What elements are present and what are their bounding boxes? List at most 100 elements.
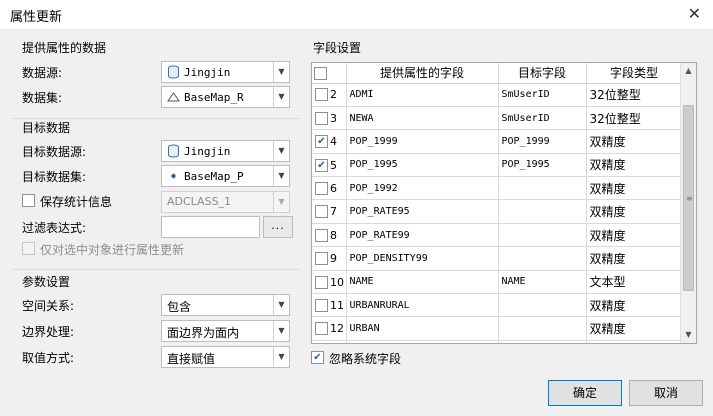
select-all-cell[interactable] [312,63,347,84]
row-check-cell[interactable]: 2 [312,83,347,107]
chevron-down-icon[interactable]: ▼ [273,321,289,341]
table-row[interactable]: ✔ 4 POP_1999 POP_1999 双精度 [312,129,683,154]
field-type-cell[interactable]: 双精度 [586,293,683,318]
row-checkbox[interactable] [315,88,328,102]
table-row[interactable]: 11 URBANRURAL 双精度 [312,293,683,318]
target-field-cell[interactable]: NAME [498,270,587,295]
table-row[interactable]: 3 NEWA SmUserID 32位整型 [312,106,683,131]
field-type-cell[interactable]: 文本型 [586,270,683,295]
source-field-cell[interactable]: URBAN [346,316,499,341]
vertical-scrollbar[interactable]: ▲ ≡ ▼ [680,63,696,343]
field-settings-grid[interactable]: 提供属性的字段 目标字段 字段类型 2 ADMI SmUserID 32位整型 3 NEW… [311,62,697,344]
row-check-cell[interactable]: ✔ 5 [312,153,347,178]
chevron-down-icon[interactable]: ▼ [273,141,289,161]
field-type-cell[interactable]: 32位整型 [586,83,683,107]
table-row[interactable]: 12 URBAN 双精度 [312,316,683,341]
row-checkbox[interactable] [315,205,328,219]
spatial-relation-combo[interactable]: 包含 ▼ [161,294,290,316]
source-field-cell[interactable]: RURAL [346,340,499,343]
boundary-combo[interactable]: 面边界为面内 ▼ [161,320,290,342]
row-checkbox[interactable] [315,111,328,125]
target-field-cell[interactable] [498,293,587,318]
table-row[interactable]: 13RURAL 双精度 [312,340,683,343]
row-check-cell[interactable]: 6 [312,176,347,201]
filter-expression-button[interactable]: ... [263,216,293,238]
row-check-cell[interactable]: 10 [312,270,347,295]
column-header[interactable]: 字段类型 [586,63,683,84]
target-field-cell[interactable] [498,340,587,343]
target-datasource-combo[interactable]: Jingjin ▼ [161,140,290,162]
target-field-cell[interactable] [498,176,587,201]
source-dataset-combo[interactable]: BaseMap_R ▼ [161,86,290,108]
source-field-cell[interactable]: POP_RATE95 [346,199,499,224]
row-check-cell[interactable]: 7 [312,199,347,224]
table-row[interactable]: 9 POP_DENSITY99 双精度 [312,246,683,271]
target-dataset-combo[interactable]: BaseMap_P ▼ [161,165,290,187]
field-type-cell[interactable]: 双精度 [586,340,683,343]
column-header[interactable]: 提供属性的字段 [346,63,499,84]
close-icon[interactable]: ✕ [688,4,701,23]
ok-button[interactable]: 确定 [548,380,622,406]
row-check-cell[interactable]: 3 [312,106,347,131]
row-check-cell[interactable]: ✔ 4 [312,129,347,154]
row-check-cell[interactable]: 11 [312,293,347,318]
target-field-cell[interactable] [498,223,587,248]
save-stats-field-combo[interactable]: ADCLASS_1 ▼ [161,191,290,213]
row-checkbox[interactable]: ✔ [315,158,328,172]
table-row[interactable]: 2 ADMI SmUserID 32位整型 [312,83,683,107]
source-field-cell[interactable]: NAME [346,270,499,295]
field-type-cell[interactable]: 双精度 [586,316,683,341]
row-checkbox[interactable] [315,252,328,266]
table-row[interactable]: 8 POP_RATE99 双精度 [312,223,683,248]
row-check-cell[interactable]: 13 [312,340,347,343]
target-field-cell[interactable]: SmUserID [498,83,587,107]
row-checkbox[interactable]: ✔ [315,135,328,149]
target-field-cell[interactable]: POP_1995 [498,153,587,178]
table-row[interactable]: 7 POP_RATE95 双精度 [312,199,683,224]
row-checkbox[interactable] [315,322,328,336]
row-check-cell[interactable]: 12 [312,316,347,341]
scrollbar-thumb[interactable]: ≡ [683,105,694,291]
chevron-down-icon[interactable]: ▼ [273,295,289,315]
source-field-cell[interactable]: NEWA [346,106,499,131]
field-type-cell[interactable]: 双精度 [586,129,683,154]
table-row[interactable]: 10 NAME NAME 文本型 [312,270,683,295]
chevron-down-icon[interactable]: ▼ [273,87,289,107]
chevron-down-icon[interactable]: ▼ [273,166,289,186]
row-checkbox[interactable] [315,298,328,312]
chevron-down-icon[interactable]: ▼ [273,62,289,82]
column-header[interactable]: 目标字段 [498,63,587,84]
selected-only-checkbox[interactable] [22,242,35,255]
target-field-cell[interactable] [498,199,587,224]
table-row[interactable]: ✔ 5 POP_1995 POP_1995 双精度 [312,153,683,178]
row-checkbox[interactable] [315,228,328,242]
field-type-cell[interactable]: 双精度 [586,199,683,224]
target-field-cell[interactable]: SmUserID [498,106,587,131]
source-field-cell[interactable]: POP_1992 [346,176,499,201]
chevron-down-icon[interactable]: ▼ [273,192,289,212]
source-field-cell[interactable]: URBANRURAL [346,293,499,318]
cancel-button[interactable]: 取消 [629,380,703,406]
field-type-cell[interactable]: 双精度 [586,223,683,248]
scroll-down-icon[interactable]: ▼ [681,327,696,343]
value-method-combo[interactable]: 直接赋值 ▼ [161,346,290,368]
field-type-cell[interactable]: 双精度 [586,246,683,271]
table-row[interactable]: 6 POP_1992 双精度 [312,176,683,201]
source-field-cell[interactable]: POP_DENSITY99 [346,246,499,271]
source-field-cell[interactable]: POP_1995 [346,153,499,178]
source-field-cell[interactable]: POP_1999 [346,129,499,154]
row-checkbox[interactable] [315,182,328,195]
target-field-cell[interactable] [498,316,587,341]
row-checkbox[interactable] [315,275,328,289]
source-datasource-combo[interactable]: Jingjin ▼ [161,61,290,83]
row-check-cell[interactable]: 8 [312,223,347,248]
field-type-cell[interactable]: 双精度 [586,153,683,178]
filter-input[interactable] [161,216,260,238]
field-type-cell[interactable]: 双精度 [586,176,683,201]
ignore-system-checkbox[interactable]: ✔ [311,351,324,364]
target-field-cell[interactable]: POP_1999 [498,129,587,154]
chevron-down-icon[interactable]: ▼ [273,347,289,367]
select-all-checkbox[interactable] [314,66,327,80]
save-stats-checkbox[interactable] [22,194,35,207]
field-type-cell[interactable]: 32位整型 [586,106,683,131]
